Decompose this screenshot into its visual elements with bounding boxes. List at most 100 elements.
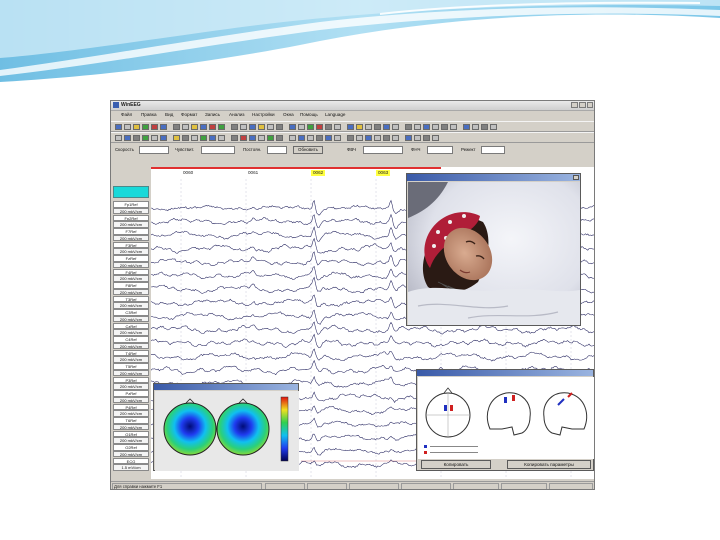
channel-sensitivity[interactable]: 200 mkV/cm — [113, 383, 149, 390]
channel-sensitivity[interactable]: 200 mkV/cm — [113, 315, 149, 322]
toolbar-button-icon[interactable] — [472, 124, 479, 130]
menu-settings[interactable]: Настройки — [252, 112, 275, 118]
toolbar-button-icon[interactable] — [392, 124, 399, 130]
minimize-button[interactable] — [571, 102, 578, 108]
toolbar-button-icon[interactable] — [276, 135, 283, 141]
channel-sensitivity[interactable]: 200 mkV/cm — [113, 234, 149, 241]
menu-edit[interactable]: Правка — [141, 112, 157, 118]
toolbar-button-icon[interactable] — [423, 135, 430, 141]
toolbar-button-icon[interactable] — [115, 124, 122, 130]
toolbar-button-icon[interactable] — [414, 124, 421, 130]
toolbar-button-icon[interactable] — [405, 135, 412, 141]
channel-sensitivity[interactable]: 200 mkV/cm — [113, 329, 149, 336]
toolbar-button-icon[interactable] — [423, 124, 430, 130]
channel-sensitivity[interactable]: 200 mkV/cm — [113, 207, 149, 214]
toolbar-button-icon[interactable] — [231, 135, 238, 141]
toolbar-button-icon[interactable] — [124, 124, 131, 130]
toolbar-button-icon[interactable] — [173, 135, 180, 141]
toolbar-button-icon[interactable] — [142, 124, 149, 130]
toolbar-button-icon[interactable] — [289, 124, 296, 130]
toolbar-button-icon[interactable] — [209, 124, 216, 130]
toolbar-button-icon[interactable] — [405, 124, 412, 130]
toolbar-button-icon[interactable] — [325, 135, 332, 141]
toolbar-button-icon[interactable] — [258, 124, 265, 130]
video-close-button[interactable] — [573, 175, 579, 180]
toolbar-button-icon[interactable] — [115, 135, 122, 141]
lpf-select[interactable] — [427, 146, 453, 154]
toolbar-button-icon[interactable] — [200, 135, 207, 141]
toolbar-button-icon[interactable] — [276, 124, 283, 130]
toolbar-button-icon[interactable] — [142, 135, 149, 141]
toolbar-button-icon[interactable] — [450, 124, 457, 130]
toolbar-button-icon[interactable] — [432, 124, 439, 130]
maximize-button[interactable] — [579, 102, 586, 108]
toolbar-button-icon[interactable] — [383, 124, 390, 130]
notch-select[interactable] — [481, 146, 505, 154]
menu-format[interactable]: Формат — [181, 112, 197, 118]
toolbar-button-icon[interactable] — [240, 135, 247, 141]
channel-sensitivity[interactable]: 200 mkV/cm — [113, 221, 149, 228]
toolbar-button-icon[interactable] — [374, 124, 381, 130]
refresh-button[interactable]: Обновить — [293, 146, 323, 154]
channel-sensitivity[interactable]: 200 mkV/cm — [113, 396, 149, 403]
toolbar-button-icon[interactable] — [209, 135, 216, 141]
channel-sensitivity[interactable]: 200 mkV/cm — [113, 342, 149, 349]
toolbar-button-icon[interactable] — [289, 135, 296, 141]
video-window[interactable] — [406, 173, 581, 326]
toolbar-button-icon[interactable] — [432, 135, 439, 141]
toolbar-button-icon[interactable] — [267, 124, 274, 130]
sensitivity-select[interactable] — [201, 146, 235, 154]
menu-file[interactable]: Файл — [121, 112, 132, 118]
channel-sensitivity[interactable]: 200 mkV/cm — [113, 423, 149, 430]
toolbar-button-icon[interactable] — [316, 135, 323, 141]
toolbar-button-icon[interactable] — [182, 124, 189, 130]
menu-windows[interactable]: Окна — [283, 112, 294, 118]
dipole-window[interactable]: Копировать Копировать параметры — [416, 369, 594, 471]
toolbar-button-icon[interactable] — [133, 124, 140, 130]
toolbar-button-icon[interactable] — [441, 124, 448, 130]
menu-record[interactable]: Запись — [205, 112, 220, 118]
toolbar-button-icon[interactable] — [490, 124, 497, 130]
menu-view[interactable]: Вид — [165, 112, 173, 118]
toolbar-button-icon[interactable] — [160, 124, 167, 130]
time-constant-select[interactable] — [267, 146, 287, 154]
channel-sensitivity[interactable]: 200 mkV/cm — [113, 248, 149, 255]
toolbar-button-icon[interactable] — [383, 135, 390, 141]
toolbar-button-icon[interactable] — [258, 135, 265, 141]
toolbar-button-icon[interactable] — [298, 135, 305, 141]
toolbar-button-icon[interactable] — [191, 124, 198, 130]
speed-select[interactable] — [139, 146, 169, 154]
toolbar-button-icon[interactable] — [365, 124, 372, 130]
toolbar-button-icon[interactable] — [267, 135, 274, 141]
channel-sensitivity[interactable]: 200 mkV/cm — [113, 410, 149, 417]
toolbar-button-icon[interactable] — [481, 124, 488, 130]
toolbar-button-icon[interactable] — [200, 124, 207, 130]
toolbar-button-icon[interactable] — [414, 135, 421, 141]
toolbar-button-icon[interactable] — [307, 135, 314, 141]
channel-sensitivity[interactable]: 200 mkV/cm — [113, 288, 149, 295]
toolbar-button-icon[interactable] — [392, 135, 399, 141]
toolbar-button-icon[interactable] — [173, 124, 180, 130]
toolbar-button-icon[interactable] — [240, 124, 247, 130]
channel-sensitivity[interactable]: 200 mkV/cm — [113, 450, 149, 457]
toolbar-button-icon[interactable] — [347, 124, 354, 130]
toolbar-button-icon[interactable] — [356, 135, 363, 141]
toolbar-button-icon[interactable] — [218, 124, 225, 130]
toolbar-button-icon[interactable] — [182, 135, 189, 141]
copy-button[interactable]: Копировать — [421, 460, 491, 469]
toolbar-button-icon[interactable] — [124, 135, 131, 141]
channel-sensitivity[interactable]: 1.5 mV/cm — [113, 464, 149, 471]
toolbar-button-icon[interactable] — [191, 135, 198, 141]
channel-sensitivity[interactable]: 200 mkV/cm — [113, 261, 149, 268]
toolbar-button-icon[interactable] — [298, 124, 305, 130]
toolbar-button-icon[interactable] — [316, 124, 323, 130]
channel-sensitivity[interactable]: 200 mkV/cm — [113, 302, 149, 309]
toolbar-button-icon[interactable] — [151, 124, 158, 130]
toolbar-button-icon[interactable] — [249, 124, 256, 130]
toolbar-button-icon[interactable] — [365, 135, 372, 141]
channel-sensitivity[interactable]: 200 mkV/cm — [113, 437, 149, 444]
toolbar-button-icon[interactable] — [133, 135, 140, 141]
menu-help[interactable]: Помощь — [300, 112, 318, 118]
channel-sensitivity[interactable]: 200 mkV/cm — [113, 356, 149, 363]
toolbar-button-icon[interactable] — [334, 124, 341, 130]
